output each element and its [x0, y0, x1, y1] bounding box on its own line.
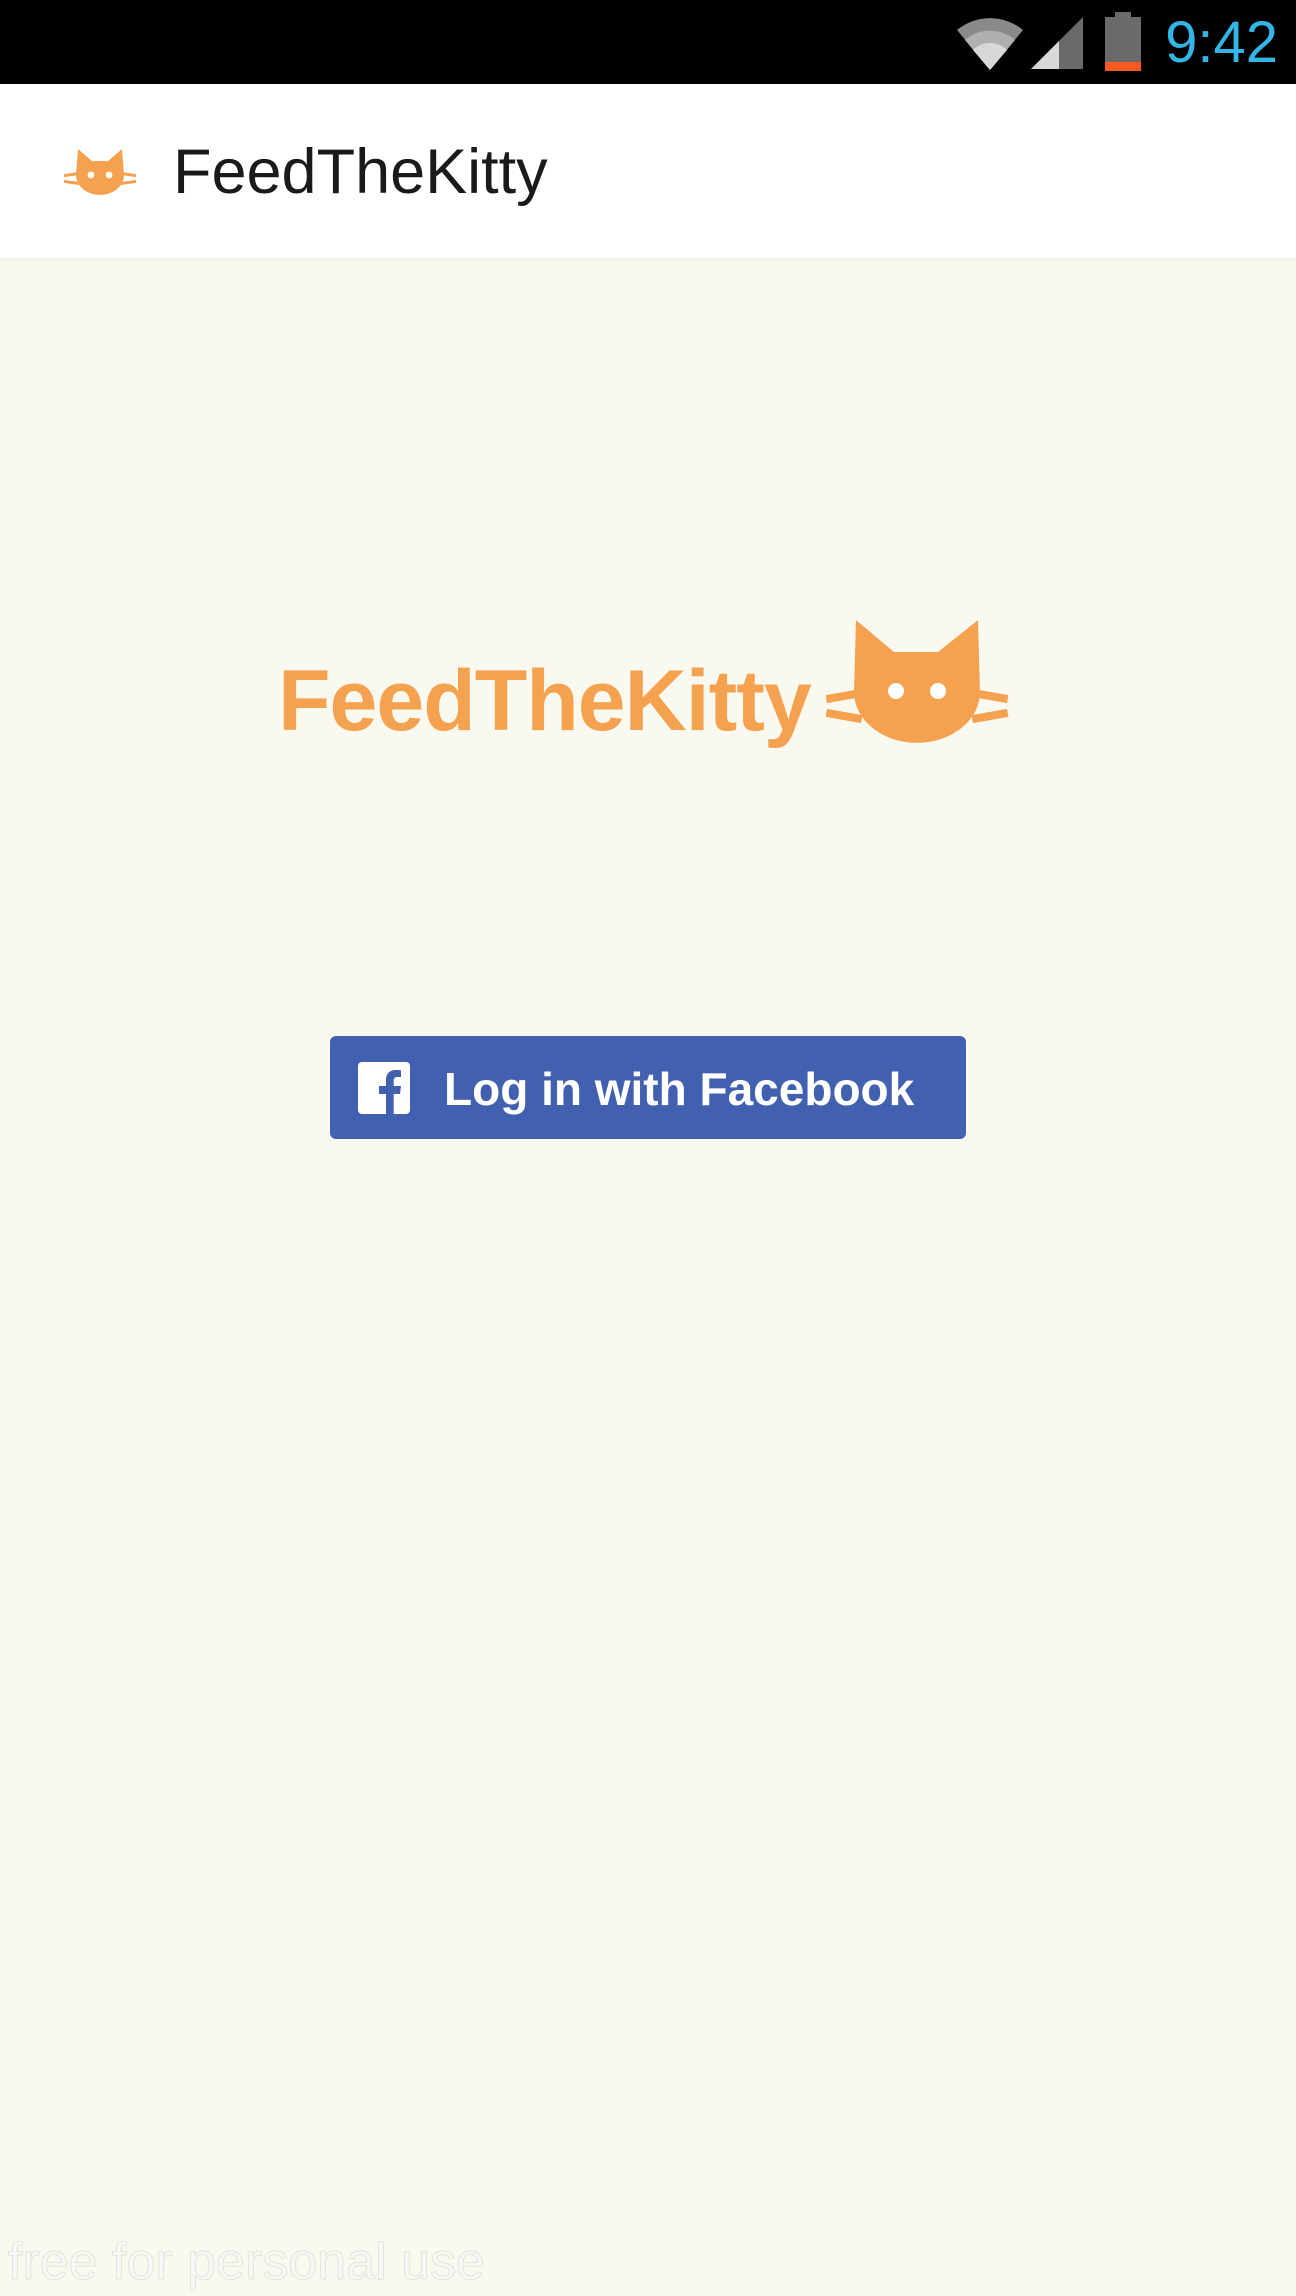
app-title: FeedTheKitty	[173, 137, 548, 207]
logo-text: FeedTheKitty	[278, 653, 812, 749]
app-bar: FeedTheKitty	[0, 84, 1296, 258]
status-icons: 9:42	[955, 0, 1278, 84]
facebook-icon	[358, 1062, 410, 1114]
cat-icon	[826, 620, 1009, 743]
status-bar: 9:42	[0, 0, 1296, 84]
logo: FeedTheKitty	[278, 612, 1018, 762]
clock: 9:42	[1165, 9, 1278, 75]
facebook-login-label: Log in with Facebook	[444, 1063, 915, 1115]
cat-icon	[64, 149, 136, 195]
wifi-icon	[957, 18, 1024, 71]
facebook-login-button[interactable]: Log in with Facebook	[330, 1036, 966, 1139]
signal-icon	[1031, 17, 1084, 69]
battery-icon	[1105, 12, 1142, 71]
watermark: free for personal use	[8, 2233, 485, 2292]
